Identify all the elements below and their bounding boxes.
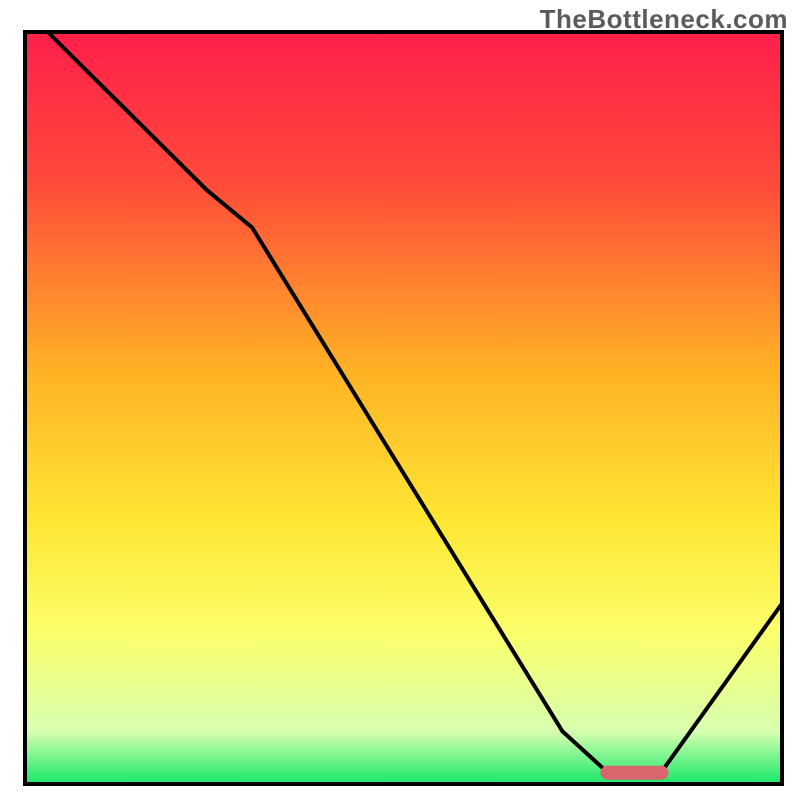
watermark-text: TheBottleneck.com bbox=[540, 4, 788, 35]
bottleneck-chart bbox=[0, 0, 800, 800]
optimal-range-marker bbox=[600, 766, 668, 780]
chart-stage: TheBottleneck.com bbox=[0, 0, 800, 800]
plot-area bbox=[25, 32, 782, 784]
